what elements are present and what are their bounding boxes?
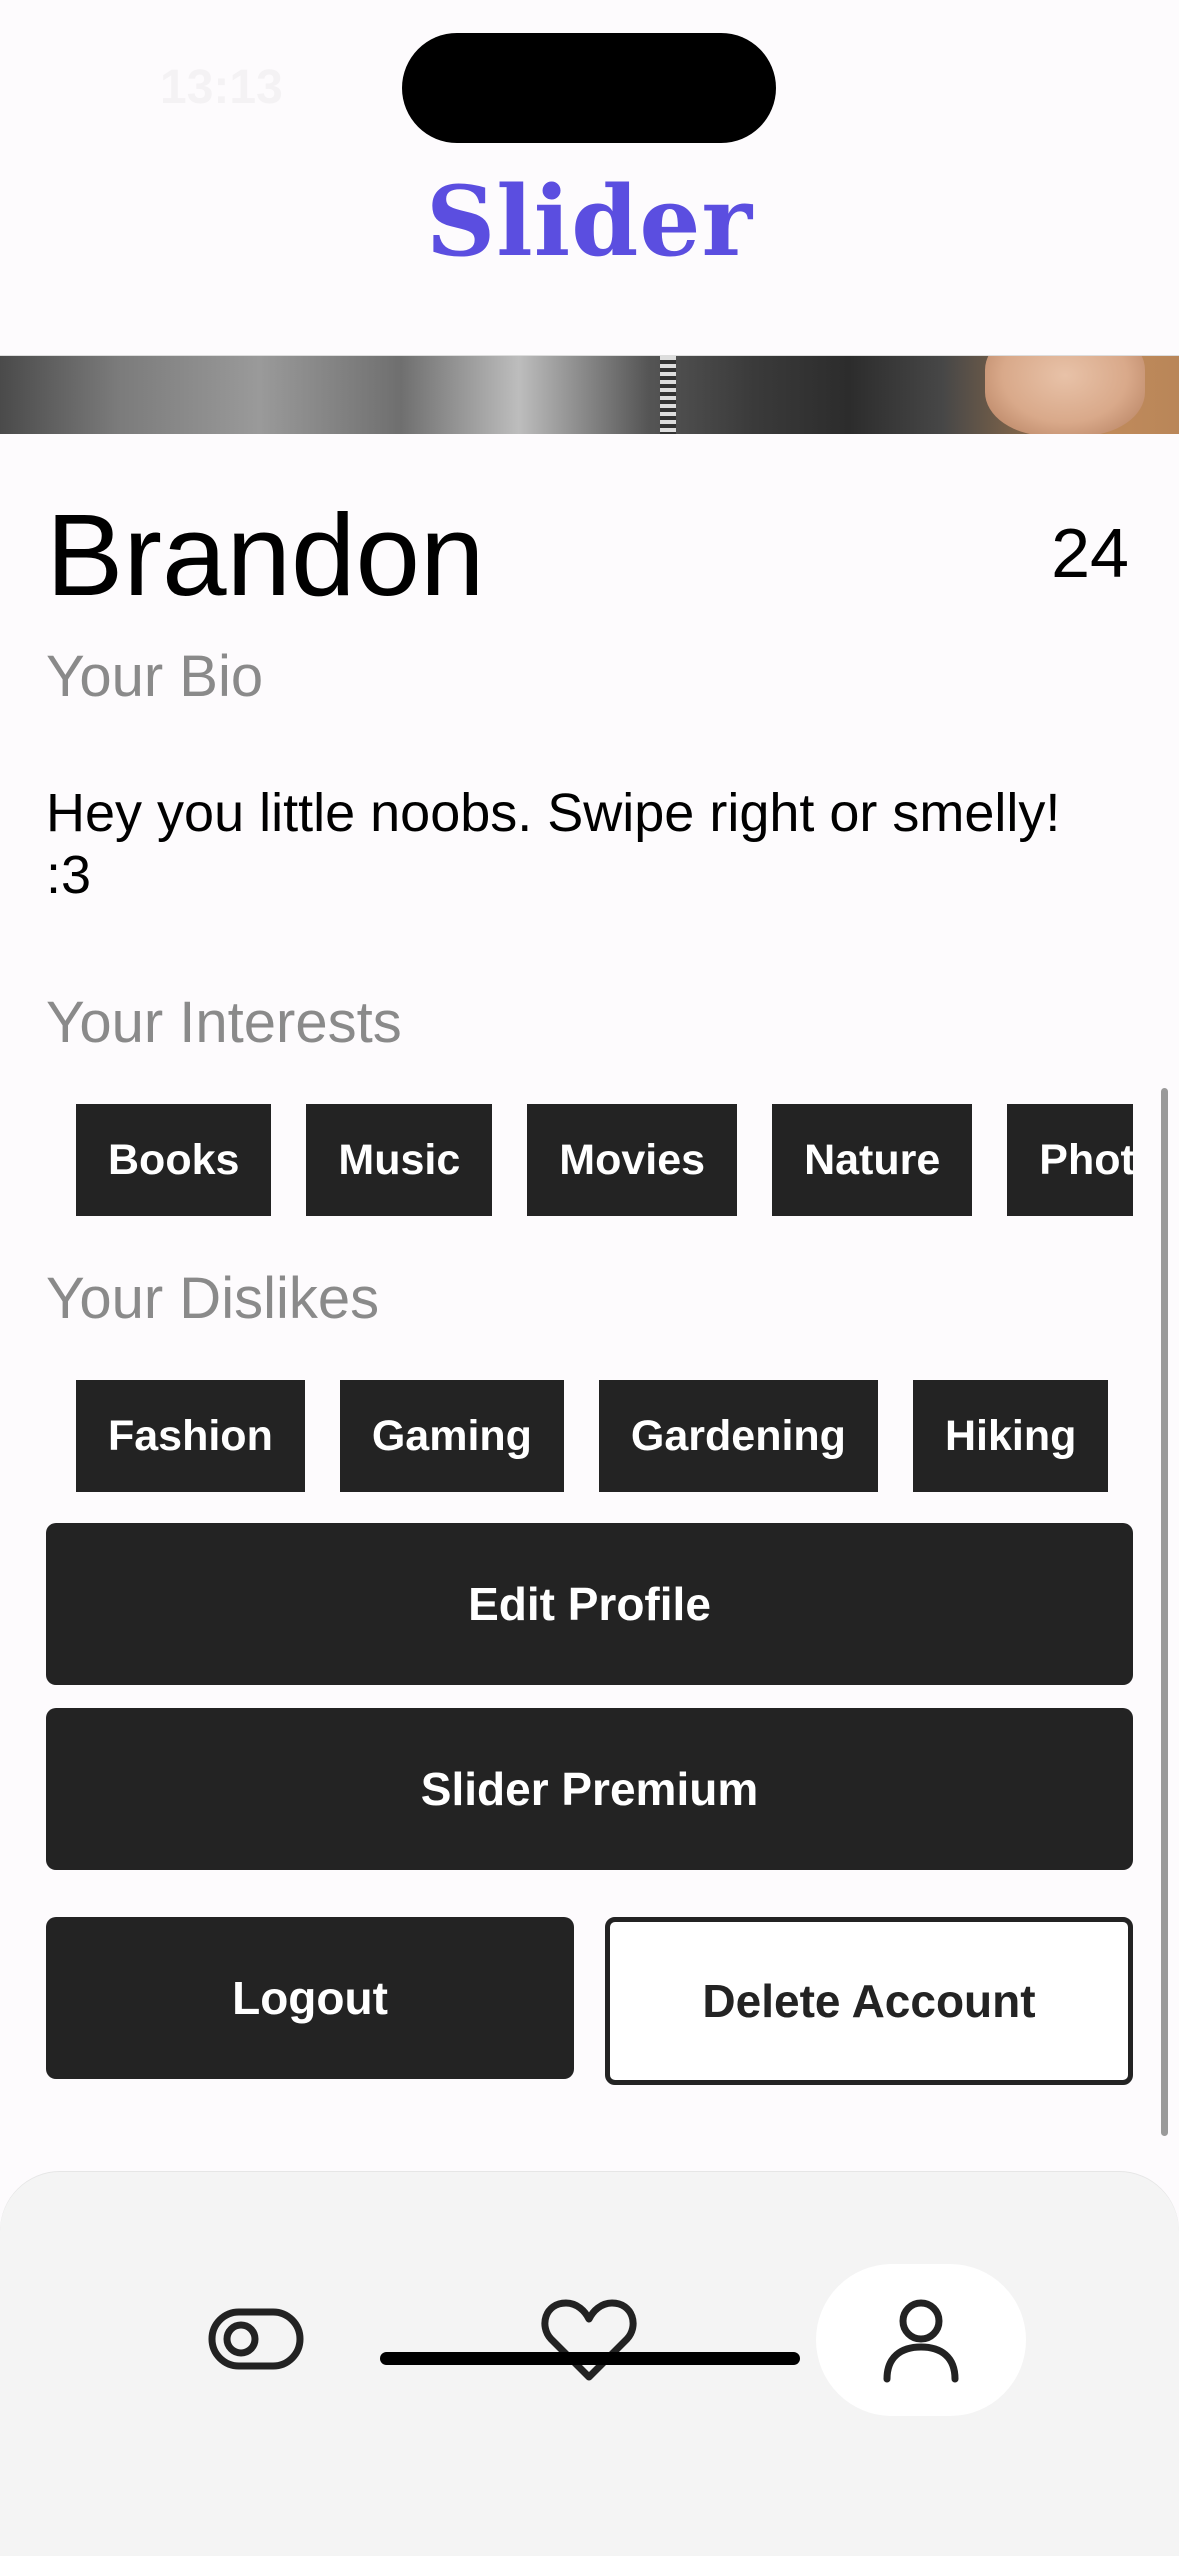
tab-profile[interactable] [816, 2264, 1026, 2416]
interest-chip: Movies [527, 1104, 738, 1216]
dislike-chip: Fashion [76, 1380, 305, 1492]
interest-chip: Music [306, 1104, 493, 1216]
photo-detail [985, 356, 1145, 434]
logout-button[interactable]: Logout [46, 1917, 574, 2079]
interest-chip: Nature [772, 1104, 973, 1216]
dislikes-label: Your Dislikes [46, 1266, 380, 1331]
profile-icon [883, 2299, 959, 2383]
edit-profile-button[interactable]: Edit Profile [46, 1523, 1133, 1685]
status-time: 13:13 [160, 61, 283, 114]
dynamic-island [402, 33, 776, 143]
scrollbar[interactable] [1161, 1088, 1168, 2136]
photo-detail [660, 356, 676, 434]
premium-button[interactable]: Slider Premium [46, 1708, 1133, 1870]
status-bar: 13:13 [0, 0, 1179, 170]
dislike-chip: Gardening [598, 1380, 878, 1492]
interests-chip-list[interactable]: Books Music Movies Nature Phot [76, 1104, 1133, 1216]
profile-age: 24 [1051, 514, 1129, 592]
profile-name: Brandon [46, 490, 485, 620]
delete-account-button[interactable]: Delete Account [605, 1917, 1133, 2085]
heart-icon [541, 2299, 637, 2381]
dislikes-chip-list[interactable]: Fashion Gaming Gardening Hiking [76, 1380, 1109, 1492]
interest-chip: Phot [1007, 1104, 1133, 1216]
interest-chip: Books [76, 1104, 272, 1216]
tab-discover[interactable] [152, 2264, 362, 2416]
dislike-chip: Hiking [912, 1380, 1109, 1492]
toggle-icon [208, 2308, 304, 2370]
home-indicator [380, 2352, 800, 2365]
profile-photo [0, 356, 1179, 434]
interests-label: Your Interests [46, 990, 402, 1055]
app-title: Slider [425, 165, 754, 278]
dislike-chip: Gaming [339, 1380, 564, 1492]
tab-likes[interactable] [484, 2264, 694, 2416]
bio-text: Hey you little noobs. Swipe right or sme… [46, 783, 1061, 905]
bio-label: Your Bio [46, 644, 264, 709]
